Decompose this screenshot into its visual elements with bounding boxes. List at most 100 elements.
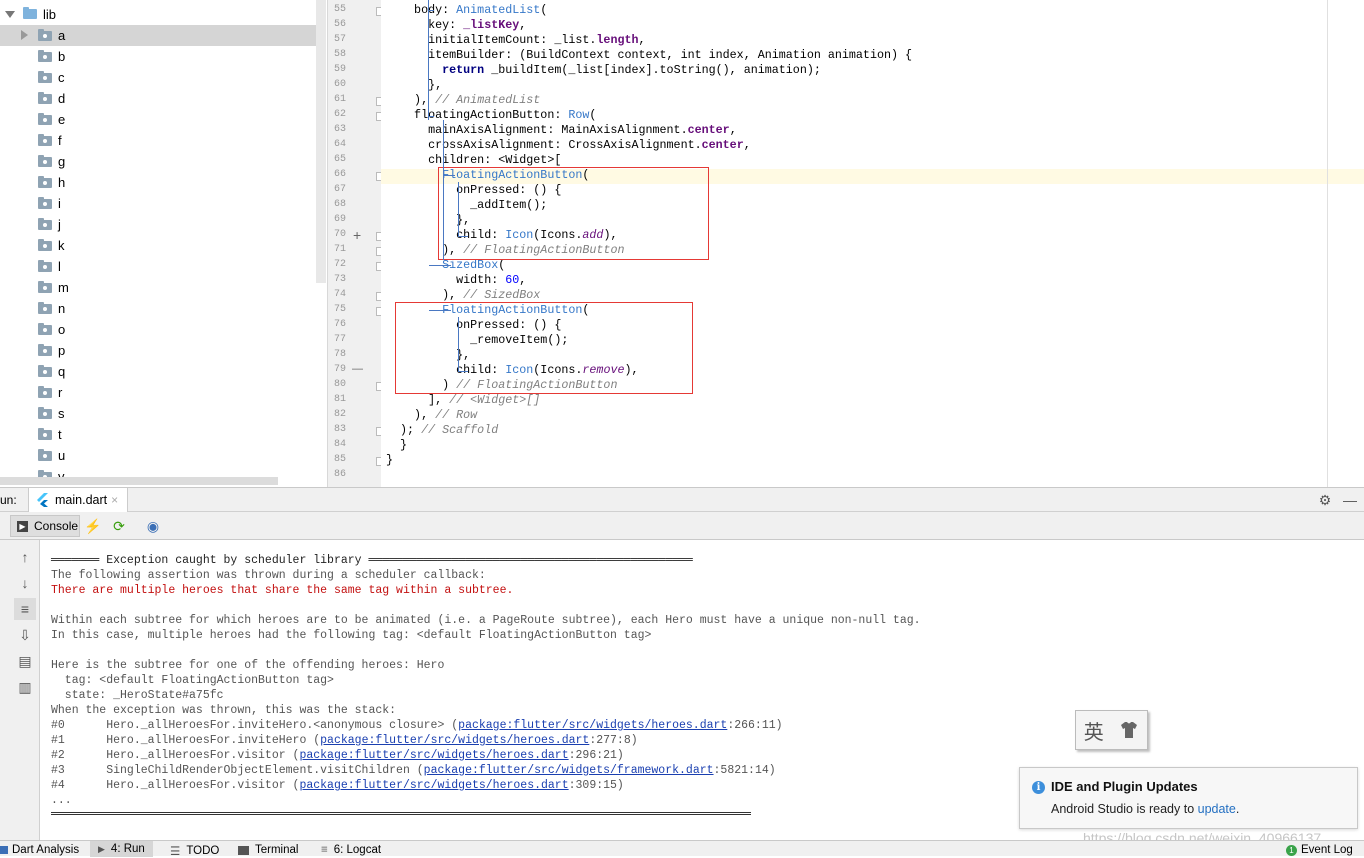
stack-frame-link[interactable]: package:flutter/src/widgets/heroes.dart (320, 734, 589, 747)
console-tab[interactable]: ▶ Console (10, 515, 80, 537)
indent-guide (458, 371, 468, 372)
dart-devtools-icon[interactable]: ◉ (144, 517, 162, 535)
chevron-right-icon[interactable] (21, 29, 28, 40)
code-line: ), // AnimatedList (386, 93, 541, 107)
stack-frame-location: :277:8) (589, 734, 638, 747)
hot-restart-icon[interactable]: ⟳ (110, 517, 128, 535)
stack-frame-text: #2 Hero._allHeroesFor.visitor ( (51, 749, 300, 762)
tree-root-lib[interactable]: lib (0, 4, 320, 24)
line-number: 68 (333, 199, 346, 210)
code-line: }, (386, 78, 443, 92)
remove-icon[interactable]: — (352, 363, 363, 375)
tree-item-f[interactable]: f (0, 130, 316, 151)
line-number: 62 (333, 109, 346, 120)
tree-item-label: m (58, 280, 69, 295)
add-color-icon[interactable]: + (353, 227, 361, 243)
line-number: 60 (333, 79, 346, 90)
code-line: ), // Row (386, 408, 478, 422)
stack-frame-link[interactable]: package:flutter/src/widgets/framework.da… (424, 764, 714, 777)
line-number: 61 (333, 94, 346, 105)
tree-item-label: r (58, 385, 63, 400)
tree-item-label: u (58, 448, 66, 463)
tree-item-u[interactable]: u (0, 445, 316, 466)
stack-frame-link[interactable]: package:flutter/src/widgets/heroes.dart (299, 779, 568, 792)
package-folder-icon (38, 217, 52, 230)
tree-item-n[interactable]: n (0, 298, 316, 319)
info-icon: i (1032, 781, 1045, 794)
line-number: 81 (333, 394, 346, 405)
scroll-to-end-icon[interactable]: ⇩ (16, 626, 34, 644)
tree-item-m[interactable]: m (0, 277, 316, 298)
indent-guide (458, 182, 459, 236)
tree-item-i[interactable]: i (0, 193, 316, 214)
tree-item-d[interactable]: d (0, 88, 316, 109)
minimize-icon[interactable]: — (1341, 491, 1359, 509)
line-number: 75 (333, 304, 346, 315)
console-error-line: There are multiple heroes that share the… (51, 584, 514, 597)
ime-toolbar[interactable]: 英 (1075, 710, 1148, 750)
line-number: 66 (333, 169, 346, 180)
stack-frame-link[interactable]: package:flutter/src/widgets/heroes.dart (299, 749, 568, 762)
tree-item-e[interactable]: e (0, 109, 316, 130)
dart-analysis-label: Dart Analysis (12, 844, 80, 856)
package-folder-icon (38, 385, 52, 398)
arrow-down-icon[interactable]: ↓ (16, 574, 34, 592)
package-folder-icon (38, 175, 52, 188)
line-number: 57 (333, 34, 346, 45)
code-editor[interactable]: body: AnimatedList( key: _listKey, initi… (381, 0, 1364, 487)
project-horizontal-scrollbar[interactable] (0, 477, 278, 485)
tree-item-r[interactable]: r (0, 382, 316, 403)
line-number: 73 (333, 274, 346, 285)
indent-guide (429, 265, 451, 266)
soft-wrap-icon[interactable]: ≡ (14, 598, 36, 620)
run-tab-label: 4: Run (110, 843, 145, 855)
stack-frame: #1 Hero._allHeroesFor.inviteHero (packag… (51, 733, 638, 748)
close-icon[interactable]: × (111, 493, 118, 507)
tree-item-t[interactable]: t (0, 424, 316, 445)
console-line: When the exception was thrown, this was … (51, 704, 397, 717)
dart-analysis-tab[interactable]: Dart Analysis (0, 844, 79, 856)
update-link[interactable]: update (1198, 802, 1236, 816)
editor-gutter: 55 56 57 58 59 60 61 62 63 64 65 66 67 68 69 70 71 72 73 74… (327, 0, 385, 487)
code-line: itemBuilder: (BuildContext context, int … (386, 48, 913, 62)
flutter-icon (37, 493, 48, 507)
tree-item-a[interactable]: a (0, 25, 316, 46)
console-line: tag: <default FloatingActionButton tag> (51, 674, 334, 687)
project-vertical-scrollbar[interactable] (316, 0, 326, 283)
tree-item-q[interactable]: q (0, 361, 316, 382)
package-folder-icon (38, 364, 52, 377)
arrow-up-icon[interactable]: ↑ (16, 548, 34, 566)
trash-icon[interactable]: ▥ (16, 678, 34, 696)
tree-item-s[interactable]: s (0, 403, 316, 424)
skin-icon[interactable] (1112, 711, 1148, 749)
tree-root-label: lib (43, 6, 57, 22)
stack-frame-link[interactable]: package:flutter/src/widgets/heroes.dart (458, 719, 727, 732)
tree-item-o[interactable]: o (0, 319, 316, 340)
line-number: 84 (333, 439, 346, 450)
tree-item-g[interactable]: g (0, 151, 316, 172)
stack-frame-location: :296:21) (568, 749, 624, 762)
tree-item-c[interactable]: c (0, 67, 316, 88)
folder-icon (23, 7, 37, 19)
console-line: In this case, multiple heroes had the fo… (51, 629, 652, 642)
tree-item-k[interactable]: k (0, 235, 316, 256)
ime-language-toggle[interactable]: 英 (1076, 711, 1112, 749)
tree-item-label: k (58, 238, 65, 253)
chevron-down-icon[interactable] (5, 10, 15, 18)
tab-main-dart[interactable]: main.dart × (28, 488, 128, 512)
event-log-tab[interactable]: 1 Event Log (1286, 844, 1353, 856)
run-tab[interactable]: ▶ 4: Run (90, 841, 153, 857)
update-notification[interactable]: i IDE and Plugin Updates Android Studio … (1019, 767, 1358, 829)
gear-icon[interactable]: ⚙ (1316, 491, 1334, 509)
print-icon[interactable]: ▤ (16, 652, 34, 670)
logcat-tab[interactable]: ≡ 6: Logcat (321, 844, 381, 856)
terminal-tab[interactable]: Terminal (238, 844, 298, 856)
tree-item-h[interactable]: h (0, 172, 316, 193)
package-folder-icon (38, 91, 52, 104)
tree-item-l[interactable]: l (0, 256, 316, 277)
hot-reload-icon[interactable]: ⚡ (84, 517, 102, 535)
tree-item-b[interactable]: b (0, 46, 316, 67)
tree-item-j[interactable]: j (0, 214, 316, 235)
line-number: 59 (333, 64, 346, 75)
tree-item-p[interactable]: p (0, 340, 316, 361)
